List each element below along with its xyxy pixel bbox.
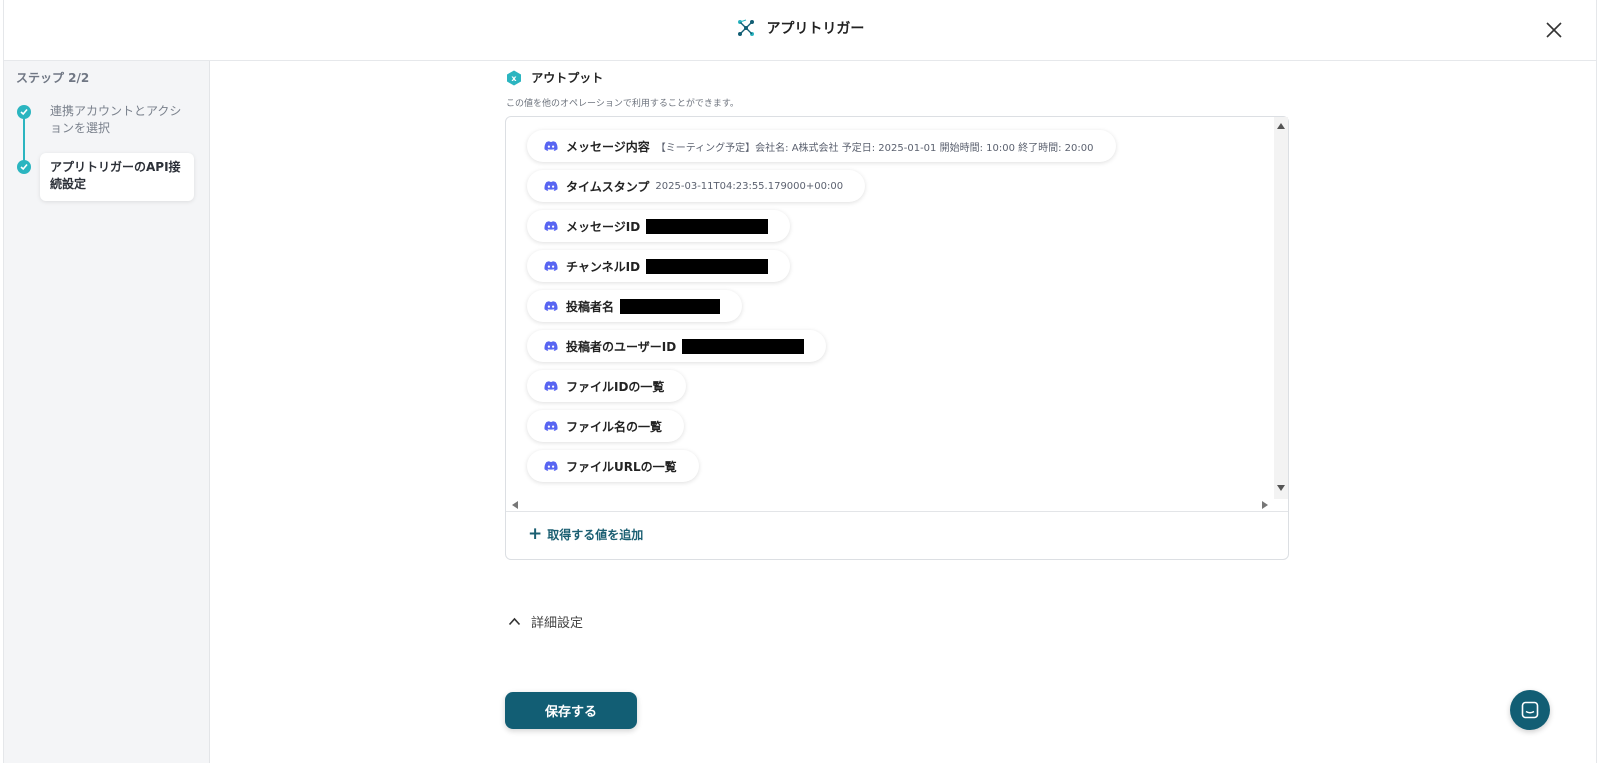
discord-icon: [544, 420, 558, 431]
output-chip-message-content[interactable]: メッセージ内容 【ミーティング予定】会社名: A株式会社 予定日: 2025-0…: [527, 130, 1116, 162]
output-chip-file-name-list[interactable]: ファイル名の一覧: [527, 410, 685, 442]
output-description: この値を他のオペレーションで利用することができます。: [506, 99, 739, 109]
vertical-scrollbar[interactable]: [1274, 117, 1288, 499]
plus-icon: +: [528, 524, 543, 544]
output-chip-file-id-list[interactable]: ファイルIDの一覧: [527, 370, 687, 402]
step-1-check-icon: [17, 105, 31, 119]
support-chat-button[interactable]: [1510, 690, 1550, 730]
output-chip-message-id[interactable]: メッセージID: [527, 210, 791, 242]
chip-label: タイムスタンプ: [566, 179, 650, 194]
output-chip-timestamp[interactable]: タイムスタンプ 2025-03-11T04:23:55.179000+00:00: [527, 170, 866, 202]
chip-label: ファイル名の一覧: [566, 419, 663, 434]
chip-value: 2025-03-11T04:23:55.179000+00:00: [655, 180, 844, 192]
output-chip-author-user-id[interactable]: 投稿者のユーザーID: [527, 330, 827, 362]
chevron-up-icon: [508, 617, 521, 626]
output-variable-icon: x: [507, 70, 521, 85]
close-icon[interactable]: [1542, 18, 1566, 42]
discord-icon: [544, 260, 558, 271]
advanced-settings-toggle[interactable]: 詳細設定: [508, 612, 583, 631]
main-content: x アウトプット この値を他のオペレーションで利用することができます。 メッセー…: [210, 61, 1596, 763]
output-title: アウトプット: [531, 71, 604, 85]
discord-icon: [544, 300, 558, 311]
discord-icon: [544, 460, 558, 471]
step-sidebar: ステップ 2/2 連携アカウントとアクションを選択 アプリトリガーのAPI接続設…: [4, 61, 210, 763]
scroll-left-arrow-icon[interactable]: [512, 501, 518, 509]
save-button[interactable]: 保存する: [505, 692, 637, 729]
chip-label: メッセージID: [566, 219, 641, 234]
redacted-value: [646, 218, 769, 234]
output-chip-file-url-list[interactable]: ファイルURLの一覧: [527, 450, 699, 482]
scroll-down-arrow-icon[interactable]: [1277, 485, 1285, 491]
output-scroll-area[interactable]: メッセージ内容 【ミーティング予定】会社名: A株式会社 予定日: 2025-0…: [506, 117, 1288, 512]
step-2-current[interactable]: アプリトリガーのAPI接続設定: [40, 153, 194, 201]
svg-text:x: x: [511, 74, 517, 83]
add-value-label: 取得する値を追加: [547, 528, 644, 542]
redacted-value: [682, 338, 805, 354]
discord-icon: [544, 140, 558, 151]
output-values-box: メッセージ内容 【ミーティング予定】会社名: A株式会社 予定日: 2025-0…: [505, 116, 1289, 560]
chip-label: メッセージ内容: [566, 139, 650, 154]
horizontal-scrollbar[interactable]: [506, 498, 1274, 511]
scroll-up-arrow-icon[interactable]: [1277, 123, 1285, 129]
discord-icon: [544, 220, 558, 231]
app-trigger-logo-icon: [737, 19, 754, 36]
chip-label: 投稿者のユーザーID: [566, 339, 677, 354]
chip-label: ファイルURLの一覧: [566, 459, 677, 474]
redacted-value: [646, 258, 769, 274]
advanced-settings-label: 詳細設定: [531, 616, 584, 631]
chip-label: 投稿者名: [566, 299, 615, 314]
modal-header: アプリトリガー: [4, 0, 1596, 61]
discord-icon: [544, 340, 558, 351]
redacted-value: [620, 298, 721, 314]
scroll-right-arrow-icon[interactable]: [1262, 501, 1268, 509]
header-title-text: アプリトリガー: [766, 21, 865, 37]
header-title: アプリトリガー: [4, 18, 1596, 38]
output-heading: x アウトプット: [506, 69, 603, 86]
add-value-button[interactable]: + 取得する値を追加: [528, 526, 643, 543]
step-counter: ステップ 2/2: [16, 71, 90, 85]
chip-value: 【ミーティング予定】会社名: A株式会社 予定日: 2025-01-01 開始時…: [655, 142, 1094, 154]
app-frame: アプリトリガー ステップ 2/2 連携アカウントとアクションを選択 アプリトリガ…: [3, 0, 1597, 763]
discord-icon: [544, 180, 558, 191]
discord-icon: [544, 380, 558, 391]
chip-label: ファイルIDの一覧: [566, 379, 665, 394]
chip-label: チャンネルID: [566, 259, 641, 274]
output-chip-channel-id[interactable]: チャンネルID: [527, 250, 791, 282]
output-chip-author-name[interactable]: 投稿者名: [527, 290, 743, 322]
step-2-check-icon: [17, 160, 31, 174]
step-1-label[interactable]: 連携アカウントとアクションを選択: [50, 103, 190, 137]
chat-icon: [1521, 701, 1539, 719]
